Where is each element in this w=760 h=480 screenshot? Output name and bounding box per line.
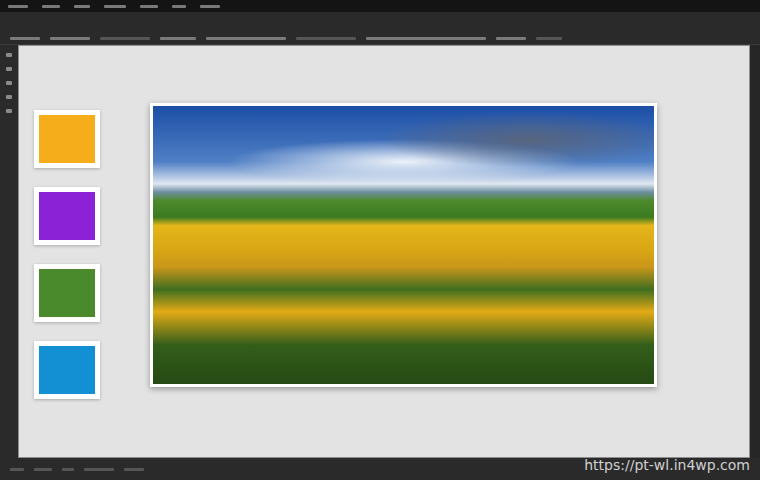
tool-icon[interactable] [6, 95, 12, 99]
option-control[interactable] [10, 37, 40, 40]
canvas[interactable] [18, 45, 750, 458]
swatch-fill [39, 192, 95, 240]
menu-item[interactable] [140, 5, 158, 8]
option-control[interactable] [536, 37, 562, 40]
option-control[interactable] [206, 37, 286, 40]
option-control[interactable] [366, 37, 486, 40]
watermark: https://pt-wl.in4wp.com [584, 457, 750, 473]
sunflower-photo[interactable] [150, 103, 657, 387]
status-item [62, 468, 74, 471]
menu-item[interactable] [42, 5, 60, 8]
menu-bar [0, 0, 760, 12]
status-item [124, 468, 144, 471]
option-control[interactable] [50, 37, 90, 40]
menu-item[interactable] [104, 5, 126, 8]
menu-item[interactable] [74, 5, 90, 8]
tool-icon[interactable] [6, 53, 12, 57]
tool-icon[interactable] [6, 81, 12, 85]
tool-icon[interactable] [6, 67, 12, 71]
menu-item[interactable] [8, 5, 28, 8]
option-control[interactable] [496, 37, 526, 40]
status-item [84, 468, 114, 471]
swatch[interactable] [34, 110, 100, 168]
swatch-fill [39, 115, 95, 163]
swatch-fill [39, 346, 95, 394]
swatch[interactable] [34, 341, 100, 399]
swatch[interactable] [34, 264, 100, 322]
menu-item[interactable] [172, 5, 186, 8]
option-control[interactable] [296, 37, 356, 40]
tool-strip [0, 45, 18, 458]
swatch-fill [39, 269, 95, 317]
status-item [10, 468, 24, 471]
workspace [0, 45, 760, 458]
swatch[interactable] [34, 187, 100, 245]
option-control[interactable] [160, 37, 196, 40]
tool-icon[interactable] [6, 109, 12, 113]
options-bar [0, 12, 760, 45]
editor-window: https://pt-wl.in4wp.com [0, 0, 760, 480]
status-item [34, 468, 52, 471]
option-control[interactable] [100, 37, 150, 40]
swatch-list [34, 110, 100, 399]
right-strip [750, 45, 760, 458]
menu-item[interactable] [200, 5, 220, 8]
